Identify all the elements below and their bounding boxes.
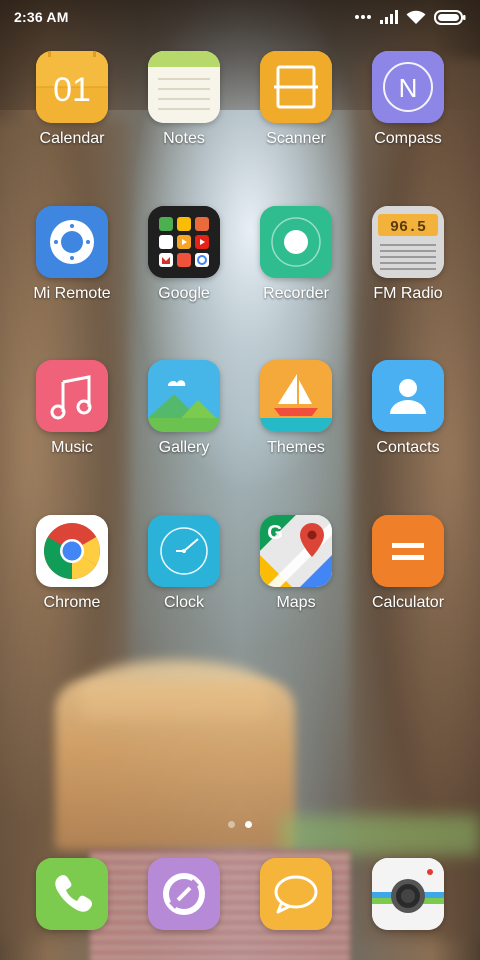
calculator-icon[interactable] (372, 515, 444, 587)
battery-icon (434, 9, 466, 25)
app-recorder[interactable]: Recorder (240, 206, 352, 326)
maps-icon[interactable]: G (260, 515, 332, 587)
wifi-icon (406, 10, 426, 25)
clock-icon[interactable] (148, 515, 220, 587)
maps-letter: G (267, 522, 283, 544)
app-clock[interactable]: Clock (128, 515, 240, 635)
status-time: 2:36 AM (14, 9, 69, 25)
calendar-date: 01 (53, 71, 91, 109)
app-notes[interactable]: Notes (128, 51, 240, 171)
status-icons (354, 9, 466, 25)
remote-icon[interactable] (36, 206, 108, 278)
app-scanner[interactable]: Scanner (240, 51, 352, 171)
app-music[interactable]: Music (16, 360, 128, 480)
app-mi-remote[interactable]: Mi Remote (16, 206, 128, 326)
app-label: Maps (276, 594, 316, 611)
app-label: Scanner (266, 130, 326, 147)
dock-camera[interactable] (372, 858, 444, 930)
status-bar: 2:36 AM (0, 0, 480, 34)
app-label: FM Radio (373, 285, 443, 302)
app-label: Chrome (43, 594, 101, 611)
app-maps[interactable]: G Maps (240, 515, 352, 635)
app-compass[interactable]: N Compass (352, 51, 464, 171)
app-label: Music (51, 439, 93, 456)
contacts-icon[interactable] (372, 360, 444, 432)
gallery-icon[interactable] (148, 360, 220, 432)
page-indicator (0, 821, 480, 831)
page-dot-active[interactable] (245, 821, 252, 828)
folder-google[interactable]: Google (128, 206, 240, 326)
scanner-icon[interactable] (260, 51, 332, 123)
phone-icon[interactable] (36, 858, 108, 930)
app-label: Calendar (39, 130, 105, 147)
dock-browser[interactable] (148, 858, 220, 930)
app-contacts[interactable]: Contacts (352, 360, 464, 480)
app-calculator[interactable]: Calculator (352, 515, 464, 635)
app-label: Calculator (371, 594, 445, 611)
dock-messaging[interactable] (260, 858, 332, 930)
more-dots-icon (354, 14, 372, 20)
chrome-icon[interactable] (36, 515, 108, 587)
browser-icon[interactable] (148, 858, 220, 930)
recorder-icon[interactable] (260, 206, 332, 278)
notes-icon[interactable] (148, 51, 220, 123)
calendar-icon[interactable]: 01 (36, 51, 108, 123)
dock-phone[interactable] (36, 858, 108, 930)
app-label: Notes (163, 130, 205, 147)
compass-letter: N (399, 73, 418, 103)
app-gallery[interactable]: Gallery (128, 360, 240, 480)
radio-icon[interactable]: 96.5 (372, 206, 444, 278)
app-label: Mi Remote (33, 285, 111, 302)
themes-icon[interactable] (260, 360, 332, 432)
messaging-icon[interactable] (260, 858, 332, 930)
app-label: Compass (374, 130, 442, 147)
app-label: Recorder (263, 285, 329, 302)
radio-frequency: 96.5 (390, 219, 426, 236)
google-folder-icon[interactable] (148, 206, 220, 278)
app-fm-radio[interactable]: 96.5 FM Radio (352, 206, 464, 326)
app-calendar[interactable]: 01 Calendar (16, 51, 128, 171)
page-dot[interactable] (228, 821, 235, 828)
app-themes[interactable]: Themes (240, 360, 352, 480)
compass-icon[interactable]: N (372, 51, 444, 123)
app-label: Themes (267, 439, 325, 456)
app-label: Contacts (376, 439, 440, 456)
camera-icon[interactable] (372, 858, 444, 930)
app-label: Clock (163, 594, 204, 611)
app-chrome[interactable]: Chrome (16, 515, 128, 635)
signal-icon (380, 10, 398, 24)
app-label: Gallery (158, 439, 210, 456)
app-label: Google (158, 285, 210, 302)
music-icon[interactable] (36, 360, 108, 432)
